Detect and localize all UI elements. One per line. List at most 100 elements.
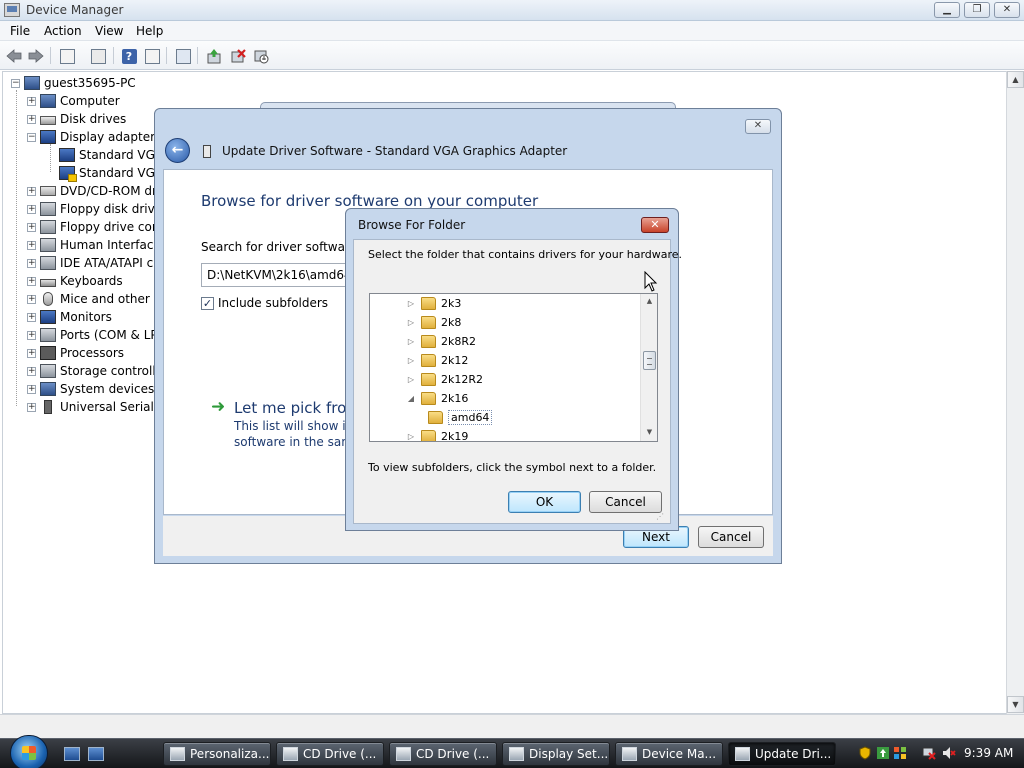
- tree-category-item[interactable]: + Monitors: [27, 308, 112, 326]
- scroll-thumb[interactable]: [643, 351, 656, 370]
- back-arrow-icon[interactable]: [4, 46, 24, 66]
- tree-category-item[interactable]: + Universal Serial B: [27, 398, 166, 416]
- show-desktop-icon[interactable]: [64, 747, 80, 761]
- wizard-cancel-button[interactable]: Cancel: [698, 526, 764, 548]
- folder-item[interactable]: ▷ 2k12: [406, 351, 468, 370]
- forward-arrow-icon[interactable]: [26, 46, 46, 66]
- include-subfolders-option[interactable]: ✓ Include subfolders: [201, 296, 328, 310]
- tree-category-item[interactable]: + DVD/CD-ROM dr: [27, 182, 157, 200]
- tree-category-item[interactable]: + System devices: [27, 380, 154, 398]
- folder-item[interactable]: ▷ 2k8R2: [406, 332, 476, 351]
- expand-toggle[interactable]: +: [27, 258, 36, 268]
- start-button[interactable]: [10, 735, 48, 768]
- folder-tree-scrollbar[interactable]: ▲ ▼: [640, 294, 657, 441]
- dialog-close-button[interactable]: ✕: [641, 217, 669, 233]
- tree-category-item[interactable]: + Floppy drive cont: [27, 218, 164, 236]
- vertical-scrollbar[interactable]: ▲ ▼: [1006, 71, 1024, 714]
- folder-tree[interactable]: ▷ 2k3 ▷ 2k8 ▷ 2k8R2 ▷ 2k12 ▷ 2k12R2 ◢ 2k…: [369, 293, 658, 442]
- scroll-up-button[interactable]: ▲: [641, 294, 657, 309]
- expand-toggle[interactable]: +: [27, 294, 36, 304]
- expand-toggle[interactable]: +: [27, 240, 36, 250]
- menu-action[interactable]: Action: [44, 24, 82, 38]
- expand-arrow-icon[interactable]: ▷: [406, 318, 416, 327]
- action-pane-icon[interactable]: [142, 46, 162, 66]
- help-icon[interactable]: ?: [119, 46, 139, 66]
- folder-item[interactable]: ▷ 2k19: [406, 427, 468, 441]
- expand-toggle[interactable]: +: [27, 330, 36, 340]
- wizard-close-button[interactable]: ✕: [745, 119, 771, 134]
- tree-category-item[interactable]: + Disk drives: [27, 110, 126, 128]
- menu-view[interactable]: View: [95, 24, 123, 38]
- scan-hardware-changes-icon[interactable]: [173, 46, 193, 66]
- title-bar[interactable]: Device Manager ▁ ❐ ✕: [0, 0, 1024, 21]
- scroll-up-button[interactable]: ▲: [1007, 71, 1024, 88]
- security-shield-icon[interactable]: [858, 746, 872, 760]
- expand-arrow-icon[interactable]: ▷: [406, 432, 416, 441]
- expand-toggle[interactable]: +: [27, 204, 36, 214]
- scroll-down-button[interactable]: ▼: [641, 425, 657, 440]
- tree-child-item[interactable]: Standard VGA: [45, 146, 163, 164]
- resize-grip-icon[interactable]: ⋰: [656, 512, 666, 522]
- taskbar-button[interactable]: Device Ma...: [615, 742, 723, 766]
- menu-file[interactable]: File: [10, 24, 30, 38]
- collapse-arrow-icon[interactable]: ◢: [406, 394, 416, 403]
- expand-toggle[interactable]: +: [27, 402, 36, 412]
- tree-category-item[interactable]: + Human Interface: [27, 236, 161, 254]
- properties-icon[interactable]: [88, 46, 108, 66]
- expand-toggle[interactable]: +: [27, 222, 36, 232]
- folder-item[interactable]: ▷ 2k8: [406, 313, 461, 332]
- ok-button[interactable]: OK: [508, 491, 581, 513]
- tree-category-item[interactable]: + Mice and other p: [27, 290, 161, 308]
- switch-windows-icon[interactable]: [88, 747, 104, 761]
- include-subfolders-checkbox[interactable]: ✓: [201, 296, 214, 310]
- pick-from-list-link[interactable]: Let me pick from: [234, 399, 361, 417]
- menu-help[interactable]: Help: [136, 24, 163, 38]
- expand-toggle[interactable]: +: [27, 186, 36, 196]
- uninstall-icon[interactable]: [228, 46, 248, 66]
- taskbar-button[interactable]: Personaliza...: [163, 742, 271, 766]
- taskbar-button[interactable]: Update Dri...: [728, 742, 836, 766]
- minimize-button[interactable]: ▁: [934, 2, 960, 18]
- folder-item[interactable]: ◢ 2k16: [406, 389, 468, 408]
- safely-remove-icon[interactable]: [893, 746, 907, 760]
- expand-arrow-icon[interactable]: ▷: [406, 375, 416, 384]
- folder-item[interactable]: ▷ 2k3: [406, 294, 461, 313]
- dialog-cancel-button[interactable]: Cancel: [589, 491, 662, 513]
- windows-update-icon[interactable]: [876, 746, 890, 760]
- expand-arrow-icon[interactable]: ▷: [406, 299, 416, 308]
- collapse-toggle[interactable]: −: [27, 132, 36, 142]
- expand-toggle[interactable]: +: [27, 114, 36, 124]
- clock[interactable]: 9:39 AM: [964, 746, 1013, 760]
- disable-device-icon[interactable]: [251, 46, 271, 66]
- tree-category-item[interactable]: + Processors: [27, 344, 124, 362]
- close-button[interactable]: ✕: [994, 2, 1020, 18]
- expand-toggle[interactable]: +: [27, 348, 36, 358]
- scroll-down-button[interactable]: ▼: [1007, 696, 1024, 713]
- taskbar-button[interactable]: Display Set...: [502, 742, 610, 766]
- taskbar-button[interactable]: CD Drive (...: [276, 742, 384, 766]
- folder-item[interactable]: ▷ 2k12R2: [406, 370, 483, 389]
- network-disconnected-icon[interactable]: [922, 746, 936, 760]
- volume-muted-icon[interactable]: [942, 746, 956, 760]
- tree-category-item[interactable]: + Keyboards: [27, 272, 123, 290]
- tree-category-item[interactable]: + Computer: [27, 92, 120, 110]
- tree-category-item[interactable]: + Ports (COM & LP: [27, 326, 158, 344]
- maximize-button[interactable]: ❐: [964, 2, 990, 18]
- expand-arrow-icon[interactable]: ▷: [406, 356, 416, 365]
- tree-root[interactable]: − guest35695-PC: [11, 74, 136, 92]
- expand-toggle[interactable]: +: [27, 96, 36, 106]
- show-hide-console-tree-icon[interactable]: [57, 46, 77, 66]
- expand-toggle[interactable]: +: [27, 366, 36, 376]
- collapse-toggle[interactable]: −: [11, 78, 20, 88]
- taskbar-button[interactable]: CD Drive (...: [389, 742, 497, 766]
- expand-toggle[interactable]: +: [27, 312, 36, 322]
- tree-child-item[interactable]: Standard VGA: [45, 164, 163, 182]
- folder-item-selected[interactable]: amd64: [428, 408, 493, 427]
- tree-category-item[interactable]: + IDE ATA/ATAPI c: [27, 254, 153, 272]
- update-driver-icon[interactable]: [204, 46, 224, 66]
- tree-category-item[interactable]: + Storage controlle: [27, 362, 163, 380]
- tree-category-item[interactable]: + Floppy disk drive: [27, 200, 162, 218]
- expand-toggle[interactable]: +: [27, 276, 36, 286]
- back-button[interactable]: ←: [165, 138, 190, 163]
- expand-arrow-icon[interactable]: ▷: [406, 337, 416, 346]
